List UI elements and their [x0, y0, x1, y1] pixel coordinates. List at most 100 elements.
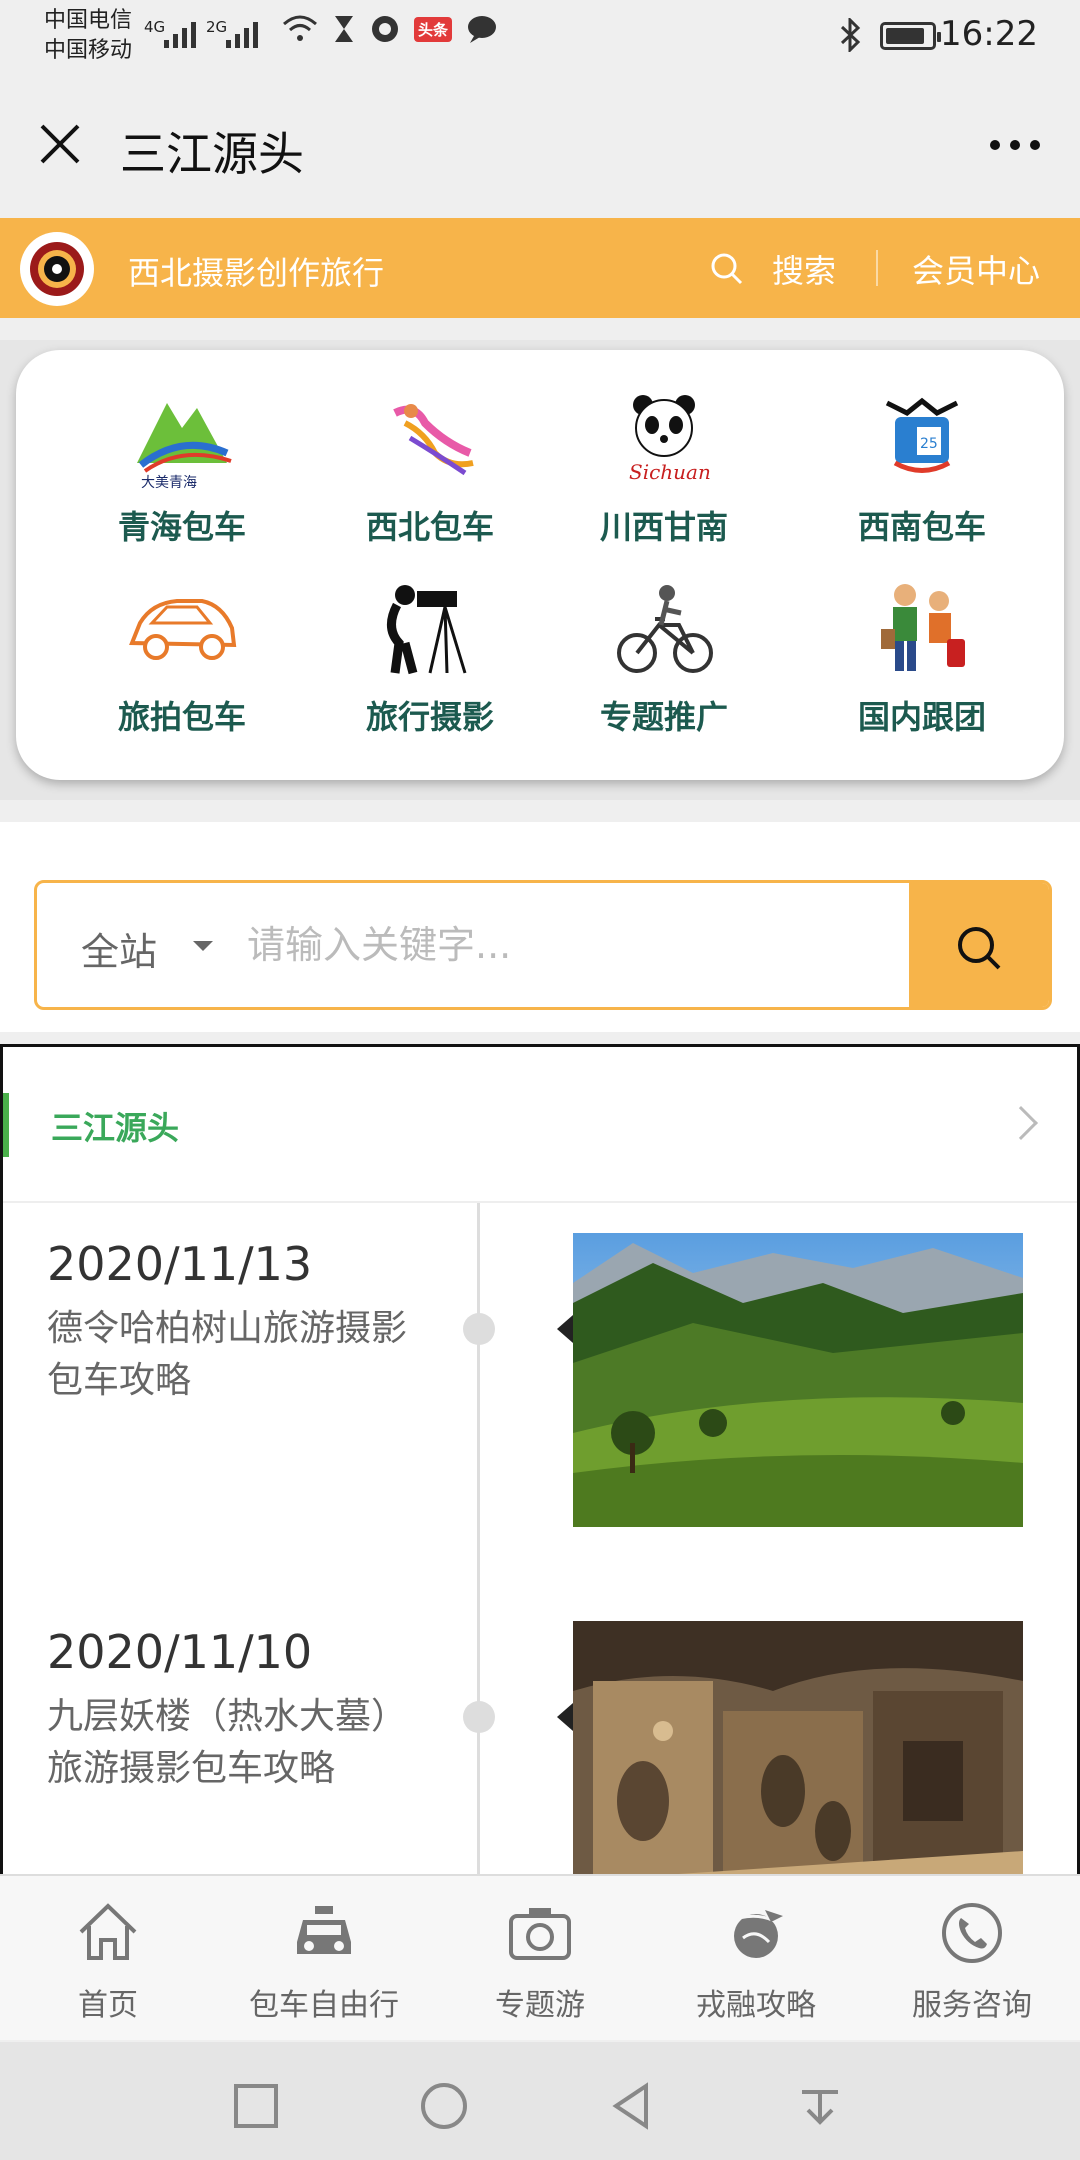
- taxi-icon: [297, 1906, 351, 1954]
- article-title[interactable]: 九层妖楼（热水大墓）旅游摄影包车攻略: [47, 1691, 427, 1795]
- aperture-logo-icon: [30, 242, 84, 296]
- home-button-icon[interactable]: [414, 2076, 474, 2136]
- article-title[interactable]: 德令哈柏树山旅游摄影包车攻略: [47, 1303, 427, 1407]
- tab-label: 包车自由行: [249, 1988, 399, 2023]
- signal-icon: [164, 22, 196, 48]
- search-button[interactable]: [909, 883, 1049, 1007]
- article-item[interactable]: 2020/11/10 九层妖楼（热水大墓）旅游摄影包车攻略: [3, 1591, 1077, 1884]
- tab-charter[interactable]: 包车自由行: [216, 1898, 432, 2024]
- bicycle-icon: [594, 568, 734, 688]
- ancient-tomb-photo[interactable]: [573, 1621, 1023, 1884]
- qinghai-icon: 大美青海: [112, 378, 252, 498]
- category-label: 专题推广: [599, 698, 728, 736]
- svg-text:大美青海: 大美青海: [141, 475, 197, 491]
- back-icon[interactable]: [602, 2076, 662, 2136]
- toutiao-badge: 头条: [414, 16, 453, 42]
- bottom-tab-bar: 首页 包车自由行 专题游 戎融攻略 服务咨询: [0, 1874, 1080, 2040]
- category-item-sichuan[interactable]: Sichuan 川西甘南: [564, 378, 764, 548]
- article-panel: 三江源头 2020/11/13 德令哈柏树山旅游摄影包车攻略 2020/11/1…: [0, 1044, 1080, 1884]
- carrier-1: 中国电信: [44, 8, 133, 33]
- tour-group-icon: [852, 568, 992, 688]
- header-search-link[interactable]: 搜索: [710, 246, 836, 292]
- site-name: 西北摄影创作旅行: [128, 254, 385, 292]
- tab-label: 服务咨询: [912, 1988, 1032, 2023]
- tab-home[interactable]: 首页: [0, 1898, 216, 2024]
- panda-icon: Sichuan: [594, 378, 734, 498]
- app-icon: [372, 16, 398, 42]
- category-label: 旅行摄影: [365, 698, 494, 736]
- home-icon: [79, 1903, 137, 1960]
- tab-theme-tour[interactable]: 专题游: [432, 1898, 648, 2024]
- tab-label: 首页: [78, 1988, 138, 2023]
- chat-icon: [468, 16, 497, 43]
- section-accent-bar: [3, 1093, 9, 1157]
- pointer-arrow: [557, 1315, 573, 1343]
- tab-guide[interactable]: 戎融攻略: [648, 1898, 864, 2024]
- category-item-tour-group[interactable]: 国内跟团: [822, 568, 1022, 738]
- network-type-2: 2G: [206, 18, 228, 36]
- bluetooth-icon: [840, 18, 861, 52]
- search-icon: [958, 927, 1001, 970]
- phone-icon: [942, 1903, 1002, 1963]
- carrier-2: 中国移动: [44, 38, 133, 63]
- page-title: 三江源头: [120, 127, 304, 181]
- category-label: 旅拍包车: [117, 698, 246, 736]
- signal-icon-2: [226, 22, 258, 48]
- clock: 16:22: [940, 14, 1038, 54]
- camera-icon: [509, 1908, 571, 1960]
- green-mountain-photo[interactable]: [573, 1233, 1023, 1527]
- chevron-down-icon[interactable]: [193, 941, 213, 951]
- category-item-southwest[interactable]: 25 西南包车: [822, 378, 1022, 548]
- search-icon: [711, 253, 743, 285]
- header-divider: [876, 250, 878, 286]
- close-icon[interactable]: [36, 120, 84, 168]
- category-label: 川西甘南: [599, 508, 728, 546]
- category-label: 西北包车: [365, 508, 494, 546]
- member-center-link[interactable]: 会员中心: [912, 246, 1040, 292]
- category-item-northwest[interactable]: 西北包车: [330, 378, 530, 548]
- chevron-right-icon[interactable]: [1004, 1106, 1038, 1140]
- site-logo[interactable]: [20, 232, 94, 306]
- title-bar: 三江源头: [0, 80, 1080, 210]
- recent-apps-icon[interactable]: [226, 2076, 286, 2136]
- pointer-arrow: [557, 1703, 573, 1731]
- category-label: 国内跟团: [857, 698, 986, 736]
- status-bar: 中国电信 中国移动 4G 2G 头条 16:22: [0, 0, 1080, 80]
- header-search-label: 搜索: [772, 252, 837, 290]
- carrier-info: 中国电信 中国移动: [44, 6, 132, 66]
- site-header: 西北摄影创作旅行 搜索 会员中心: [0, 218, 1080, 318]
- search-section: 全站: [0, 822, 1080, 1032]
- car-icon: [112, 568, 252, 688]
- svg-text:25: 25: [920, 436, 938, 452]
- hourglass-icon: [335, 16, 353, 42]
- battery-icon: [880, 22, 941, 50]
- section-title: 三江源头: [51, 1109, 180, 1147]
- article-item[interactable]: 2020/11/13 德令哈柏树山旅游摄影包车攻略: [3, 1203, 1077, 1583]
- southwest-icon: 25: [852, 378, 992, 498]
- tab-service[interactable]: 服务咨询: [864, 1898, 1080, 2024]
- camera-tripod-icon: [360, 568, 500, 688]
- system-nav-bar: [0, 2042, 1080, 2160]
- globe-plane-icon: [726, 1910, 786, 1958]
- wifi-icon: [283, 15, 317, 41]
- category-item-photo-car[interactable]: 旅拍包车: [82, 568, 282, 738]
- more-menu-icon[interactable]: [990, 140, 1040, 150]
- category-item-qinghai[interactable]: 大美青海 青海包车: [82, 378, 282, 548]
- timeline-dot: [463, 1701, 495, 1733]
- svg-text:Sichuan: Sichuan: [629, 460, 711, 484]
- notification-pull-icon[interactable]: [790, 2076, 850, 2136]
- timeline-dot: [463, 1313, 495, 1345]
- tab-label: 戎融攻略: [696, 1988, 816, 2023]
- category-label: 西南包车: [857, 508, 986, 546]
- section-header[interactable]: 三江源头: [3, 1047, 1077, 1203]
- network-type-1: 4G: [144, 18, 166, 36]
- category-label: 青海包车: [117, 508, 246, 546]
- search-box: 全站: [34, 880, 1052, 1010]
- category-section: 大美青海 青海包车 西北包车 Sichuan 川西甘南 25 西南包车 旅拍包车…: [0, 340, 1080, 800]
- tab-label: 专题游: [495, 1988, 585, 2023]
- category-item-feature[interactable]: 专题推广: [564, 568, 764, 738]
- search-scope-select[interactable]: 全站: [81, 921, 157, 976]
- category-item-travel-photo[interactable]: 旅行摄影: [330, 568, 530, 738]
- category-card: 大美青海 青海包车 西北包车 Sichuan 川西甘南 25 西南包车 旅拍包车…: [16, 350, 1064, 780]
- search-input[interactable]: [247, 913, 907, 977]
